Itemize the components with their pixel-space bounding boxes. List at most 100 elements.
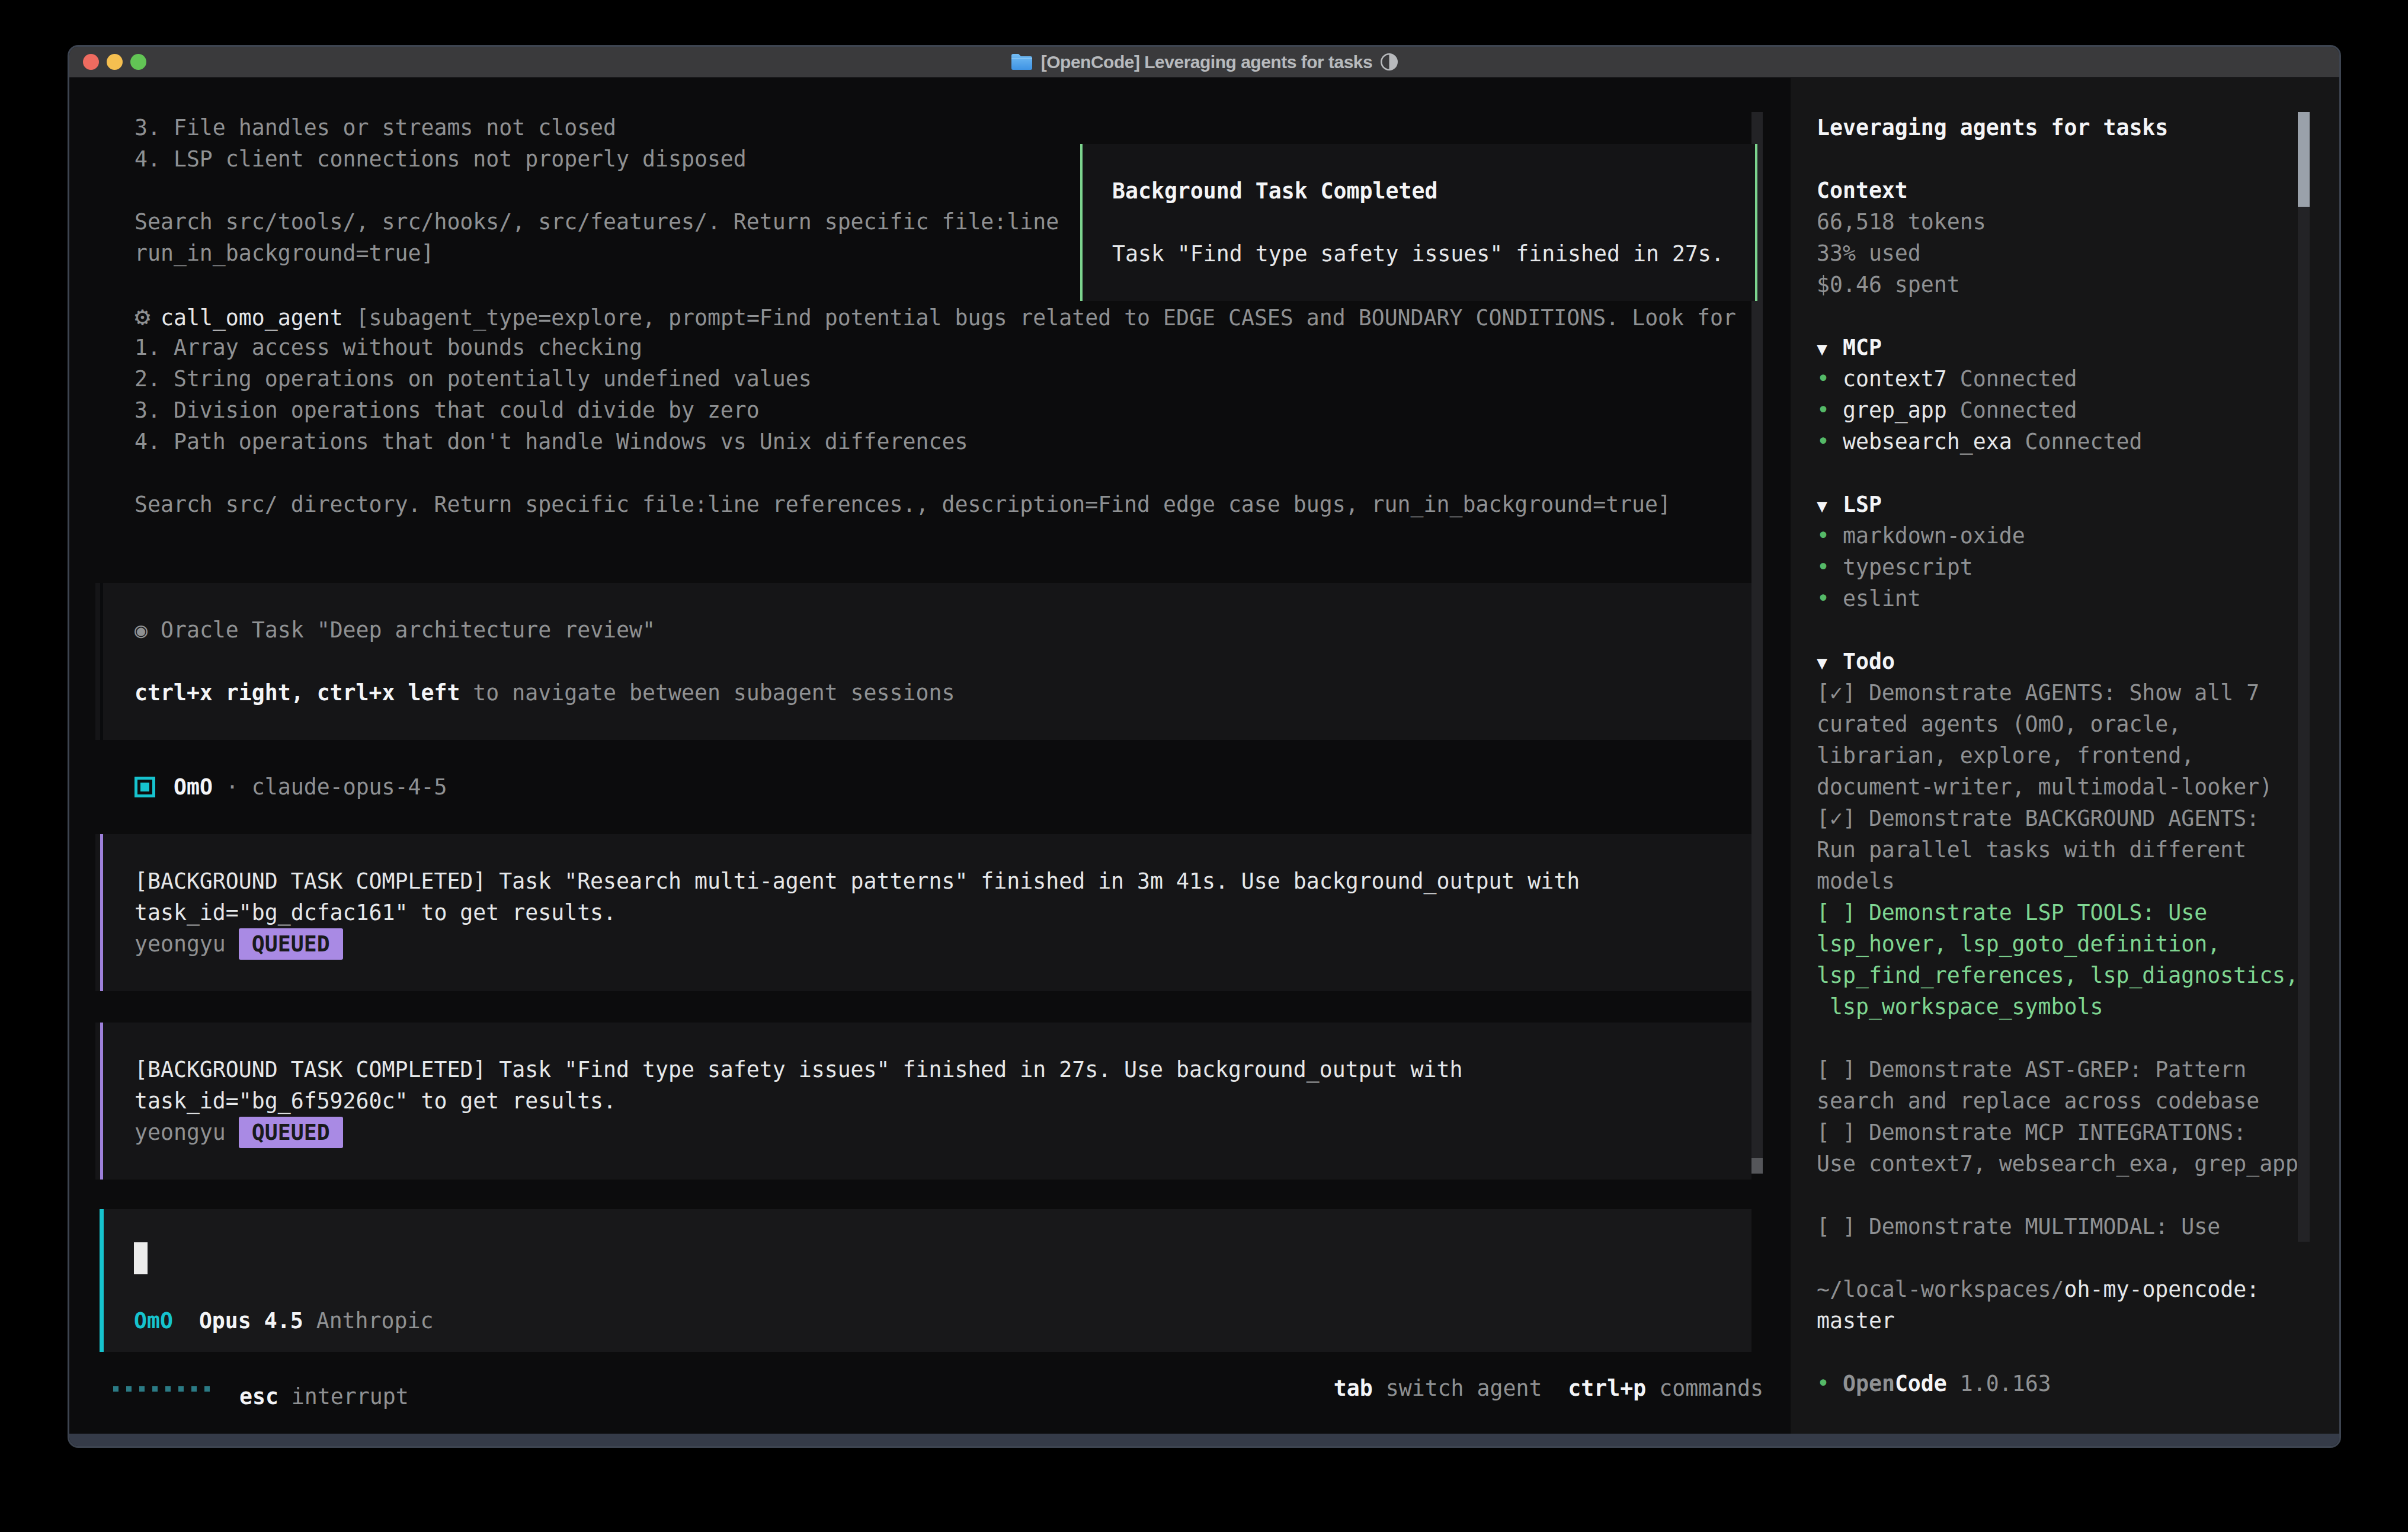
text-segment: grep_app — [1830, 398, 1947, 423]
text-segment: LSP — [1830, 492, 1882, 517]
bullet-icon: • — [1817, 586, 1830, 611]
status-bar-right: tab switch agent ctrl+p commands — [1334, 1373, 1763, 1404]
sidebar-row: lsp_hover, lsp_goto_definition, — [1817, 928, 2220, 960]
text-segment: Code — [1895, 1371, 1947, 1396]
text-segment: [✓] Demonstrate BACKGROUND AGENTS: — [1817, 806, 2259, 831]
text-segment: switch agent — [1373, 1376, 1568, 1401]
text-segment: yeongyu — [135, 931, 239, 957]
sidebar-row: [ ] Demonstrate LSP TOOLS: Use — [1817, 897, 2207, 928]
gear-icon: ⚙ — [135, 300, 161, 332]
text-segment: 1.0.163 — [1947, 1371, 2051, 1396]
text-segment: interrupt — [278, 1384, 409, 1409]
text-segment: · claude-opus-4-5 — [213, 774, 447, 800]
text-segment: to navigate between subagent sessions — [460, 680, 955, 706]
transcript-row: OmO · claude-opus-4-5 — [135, 771, 447, 803]
transcript-row: ctrl+x right, ctrl+x left to navigate be… — [135, 677, 955, 709]
agent-checkbox-icon — [135, 777, 155, 797]
collapse-triangle-icon: ▼ — [1817, 490, 1830, 521]
sidebar-row: Context — [1817, 175, 1908, 206]
window-title-group: [OpenCode] Leveraging agents for tasks — [69, 47, 2339, 77]
transcript-row: ⚙call_omo_agent [subagent_type=explore, … — [135, 300, 1736, 332]
text-segment: curated agents (OmO, oracle, — [1817, 711, 2181, 737]
sidebar-row: $0.46 spent — [1817, 269, 1960, 300]
text-segment: lsp_hover, lsp_goto_definition, — [1817, 931, 2220, 957]
sidebar-scrollbar-track[interactable] — [2298, 112, 2310, 1242]
text-segment: [ ] Demonstrate MULTIMODAL: Use — [1817, 1214, 2220, 1239]
text-segment: Oracle Task "Deep architecture review" — [148, 617, 655, 643]
text-segment: 1. Array access without bounds checking — [135, 335, 642, 360]
sidebar-row: models — [1817, 866, 1895, 897]
transcript-row: 4. LSP client connections not properly d… — [135, 143, 747, 175]
text-segment: ctrl+p — [1568, 1376, 1646, 1401]
transcript-row: [BACKGROUND TASK COMPLETED] Task "Resear… — [135, 866, 1580, 897]
status-badge: QUEUED — [239, 1117, 343, 1148]
bullet-icon: • — [1817, 523, 1830, 549]
text-segment: yeongyu — [135, 1120, 239, 1145]
text-segment: typescript — [1830, 555, 1973, 580]
sidebar-row: lsp_workspace_symbols — [1817, 991, 2103, 1023]
chat-pane: 3. File handles or streams not closed 4. … — [69, 78, 1791, 1434]
spinner-dot — [122, 1373, 135, 1404]
session-busy-icon — [1380, 53, 1398, 71]
spinner-dot — [174, 1373, 187, 1404]
prompt-input[interactable]: OmO Opus 4.5 Anthropic — [100, 1209, 1751, 1352]
text-segment: context7 — [1830, 366, 1947, 392]
sidebar-row: [ ] Demonstrate MULTIMODAL: Use — [1817, 1211, 2220, 1242]
text-segment: 4. LSP client connections not properly d… — [135, 146, 747, 172]
text-segment: Todo — [1830, 649, 1895, 674]
transcript-row: Search src/tools/, src/hooks/, src/featu… — [135, 206, 1059, 238]
transcript-row: 4. Path operations that don't handle Win… — [135, 426, 968, 457]
text-segment: task_id="bg_dcfac161" to get results. — [135, 900, 616, 925]
text-segment: [ ] Demonstrate MCP INTEGRATIONS: — [1817, 1120, 2246, 1145]
text-segment: Run parallel tasks with different — [1817, 837, 2246, 863]
bullet-icon: • — [1817, 429, 1830, 454]
sidebar-row: ▼ MCP — [1817, 332, 1882, 363]
sidebar-row: • typescript — [1817, 552, 1973, 583]
text-segment: Connected — [1947, 398, 2077, 423]
sidebar-row: librarian, explore, frontend, — [1817, 740, 2194, 771]
spinner-dot — [187, 1373, 200, 1404]
text-segment: OmO — [134, 1308, 173, 1334]
text-segment: 33% used — [1817, 241, 1921, 266]
window-title: [OpenCode] Leveraging agents for tasks — [1041, 52, 1372, 72]
transcript-row: 3. File handles or streams not closed — [135, 112, 616, 143]
text-segment: Leveraging agents for tasks — [1817, 115, 2168, 140]
window-titlebar[interactable]: [OpenCode] Leveraging agents for tasks — [69, 47, 2339, 78]
message-accent-bar — [100, 583, 103, 740]
transcript-row: Search src/ directory. Return specific f… — [135, 489, 1671, 520]
text-segment: MCP — [1830, 335, 1882, 360]
sidebar-row: • websearch_exa Connected — [1817, 426, 2142, 457]
text-segment: ctrl+x right, ctrl+x left — [135, 680, 460, 706]
transcript-row: task_id="bg_dcfac161" to get results. — [135, 897, 616, 928]
status-badge: QUEUED — [239, 928, 343, 960]
text-segment: models — [1817, 868, 1895, 894]
bullet-icon: • — [1817, 366, 1830, 392]
text-segment: Open — [1843, 1371, 1895, 1396]
sidebar-row: Use context7, websearch_exa, grep_app — [1817, 1148, 2298, 1180]
sidebar-scrollbar-thumb[interactable] — [2298, 112, 2310, 207]
text-segment: task_id="bg_6f59260c" to get results. — [135, 1088, 616, 1114]
text-segment: [ ] Demonstrate AST-GREP: Pattern — [1817, 1057, 2246, 1082]
text-segment: Search src/tools/, src/hooks/, src/featu… — [135, 209, 1059, 235]
session-sidebar: Leveraging agents for tasksContext66,518… — [1791, 78, 2339, 1434]
text-segment: [subagent_type=explore, prompt=Find pote… — [343, 305, 1736, 331]
text-segment: master — [1817, 1308, 1895, 1334]
sidebar-row: Leveraging agents for tasks — [1817, 112, 2168, 143]
text-segment: [BACKGROUND TASK COMPLETED] Task "Find t… — [135, 1057, 1462, 1082]
text-segment: Use context7, websearch_exa, grep_app — [1817, 1151, 2298, 1177]
chat-scrollbar-thumb[interactable] — [1751, 1158, 1763, 1174]
message-accent-bar — [100, 834, 103, 991]
spinner-dot — [148, 1373, 161, 1404]
sidebar-row: ▼ LSP — [1817, 489, 1882, 520]
text-segment: OmO — [161, 774, 213, 800]
text-segment: esc — [213, 1384, 278, 1409]
input-footer: OmO Opus 4.5 Anthropic — [134, 1305, 433, 1337]
text-segment: [✓] Demonstrate AGENTS: Show all 7 — [1817, 680, 2259, 706]
sidebar-row: • context7 Connected — [1817, 363, 2077, 395]
transcript-row: 1. Array access without bounds checking — [135, 332, 642, 363]
transcript-row: yeongyu QUEUED — [135, 928, 343, 960]
text-segment: websearch_exa — [1830, 429, 2012, 454]
text-segment: commands — [1646, 1376, 1763, 1401]
sidebar-row: • grep_app Connected — [1817, 395, 2077, 426]
bullet-icon: • — [1817, 1371, 1830, 1396]
